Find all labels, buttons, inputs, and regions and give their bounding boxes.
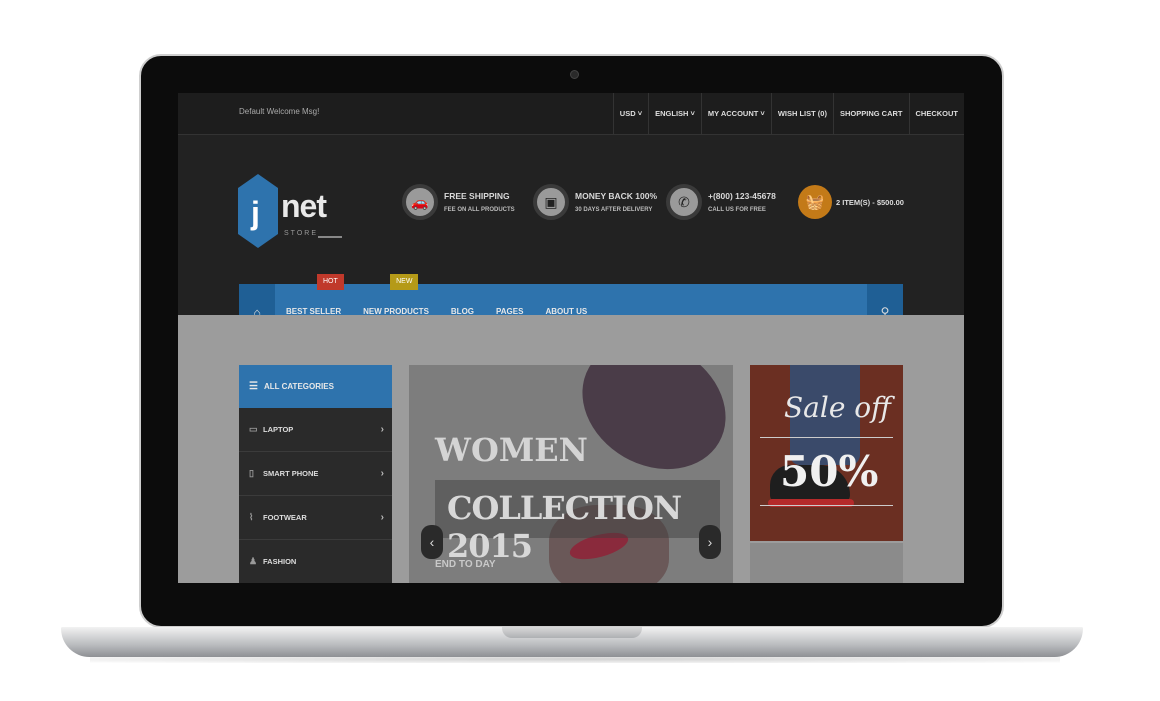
my-account-dropdown[interactable]: MY ACCOUNT ˅ bbox=[700, 93, 771, 135]
shopping-cart-link[interactable]: SHOPPING CART bbox=[832, 93, 909, 135]
menu-icon: ☰ bbox=[249, 381, 258, 392]
mini-cart[interactable]: 🧺 2 ITEM(S) - $500.00 bbox=[798, 185, 904, 219]
chevron-right-icon: › bbox=[380, 468, 384, 479]
feature-title: MONEY BACK 100% bbox=[575, 191, 658, 201]
category-label: SMART PHONE bbox=[263, 469, 319, 478]
phone-icon: ✆ bbox=[666, 184, 702, 220]
camera bbox=[570, 70, 579, 79]
currency-dropdown[interactable]: USD ˅ bbox=[612, 93, 648, 135]
slide-headline: WOMEN bbox=[435, 431, 588, 469]
feature-phone: ✆ +(800) 123-45678 CALL US FOR FREE bbox=[666, 184, 776, 220]
slide-title: COLLECTION 2015 bbox=[447, 489, 682, 565]
hero-slider[interactable]: WOMEN COLLECTION 2015 END TO DAY ‹ › bbox=[409, 365, 733, 583]
slide-caption: END TO DAY bbox=[435, 559, 496, 570]
feature-free-shipping: 🚗 FREE SHIPPING FEE ON ALL PRODUCTS bbox=[402, 184, 515, 220]
logo-letter: j bbox=[250, 195, 260, 231]
category-label: FOOTWEAR bbox=[263, 513, 307, 522]
checkout-link[interactable]: CHECKOUT bbox=[908, 93, 965, 135]
category-item-footwear[interactable]: ⌇ FOOTWEAR › bbox=[239, 496, 392, 540]
feature-title: FREE SHIPPING bbox=[444, 191, 510, 201]
sidebar-header[interactable]: ☰ ALL CATEGORIES bbox=[239, 365, 392, 408]
category-label: LAPTOP bbox=[263, 425, 294, 434]
chevron-right-icon: › bbox=[380, 424, 384, 435]
feature-subtitle: 30 DAYS AFTER DELIVERY bbox=[575, 207, 653, 213]
secondary-banner[interactable] bbox=[750, 543, 903, 583]
car-icon: 🚗 bbox=[402, 184, 438, 220]
sidebar-title: ALL CATEGORIES bbox=[263, 382, 334, 391]
screen: Default Welcome Msg! USD ˅ ENGLISH ˅ MY … bbox=[178, 93, 964, 583]
footwear-icon: ⌇ bbox=[249, 512, 254, 522]
feature-money-back: ▣ MONEY BACK 100% 30 DAYS AFTER DELIVERY bbox=[533, 184, 657, 220]
sunglasses-image bbox=[559, 365, 733, 495]
dress-icon: ♟ bbox=[249, 556, 258, 566]
category-sidebar: ☰ ALL CATEGORIES ▭ LAPTOP › ▯ SMART PHON… bbox=[239, 365, 392, 583]
divider bbox=[760, 437, 893, 438]
category-item-smart-phone[interactable]: ▯ SMART PHONE › bbox=[239, 452, 392, 496]
cart-summary[interactable]: 2 ITEM(S) - $500.00 bbox=[836, 198, 904, 207]
chevron-right-icon: › bbox=[380, 512, 384, 523]
feature-subtitle: CALL US FOR FREE bbox=[708, 207, 766, 213]
chevron-right-icon[interactable]: › bbox=[699, 525, 721, 559]
logo-icon[interactable]: j bbox=[238, 174, 278, 248]
category-label: FASHION bbox=[263, 557, 297, 566]
wish-list-link[interactable]: WISH LIST (0) bbox=[770, 93, 833, 135]
chevron-left-icon[interactable]: ‹ bbox=[421, 525, 443, 559]
new-badge: NEW bbox=[390, 274, 419, 290]
language-dropdown[interactable]: ENGLISH ˅ bbox=[648, 93, 701, 135]
sale-text: Sale off bbox=[784, 391, 891, 424]
main-content: ☰ ALL CATEGORIES ▭ LAPTOP › ▯ SMART PHON… bbox=[178, 315, 964, 583]
feature-title: +(800) 123-45678 bbox=[708, 191, 776, 201]
laptop-notch bbox=[502, 627, 642, 638]
feature-subtitle: FEE ON ALL PRODUCTS bbox=[444, 207, 515, 213]
hot-badge: HOT bbox=[317, 274, 344, 290]
category-item-fashion[interactable]: ♟ FASHION bbox=[239, 540, 392, 583]
money-icon: ▣ bbox=[533, 184, 569, 220]
sale-percent: 50% bbox=[780, 447, 879, 496]
top-links: USD ˅ ENGLISH ˅ MY ACCOUNT ˅ WISH LIST (… bbox=[612, 93, 965, 135]
divider bbox=[760, 505, 893, 506]
basket-icon[interactable]: 🧺 bbox=[798, 185, 832, 219]
category-item-laptop[interactable]: ▭ LAPTOP › bbox=[239, 408, 392, 452]
logo-text[interactable]: net bbox=[281, 188, 327, 225]
logo-subtitle: STORE bbox=[284, 230, 318, 237]
smartphone-icon: ▯ bbox=[249, 468, 254, 478]
top-bar: Default Welcome Msg! USD ˅ ENGLISH ˅ MY … bbox=[178, 93, 964, 135]
sale-banner[interactable]: Sale off 50% bbox=[750, 365, 903, 541]
welcome-message: Default Welcome Msg! bbox=[239, 107, 320, 116]
laptop-icon: ▭ bbox=[249, 424, 258, 434]
logo-underline bbox=[318, 236, 342, 238]
